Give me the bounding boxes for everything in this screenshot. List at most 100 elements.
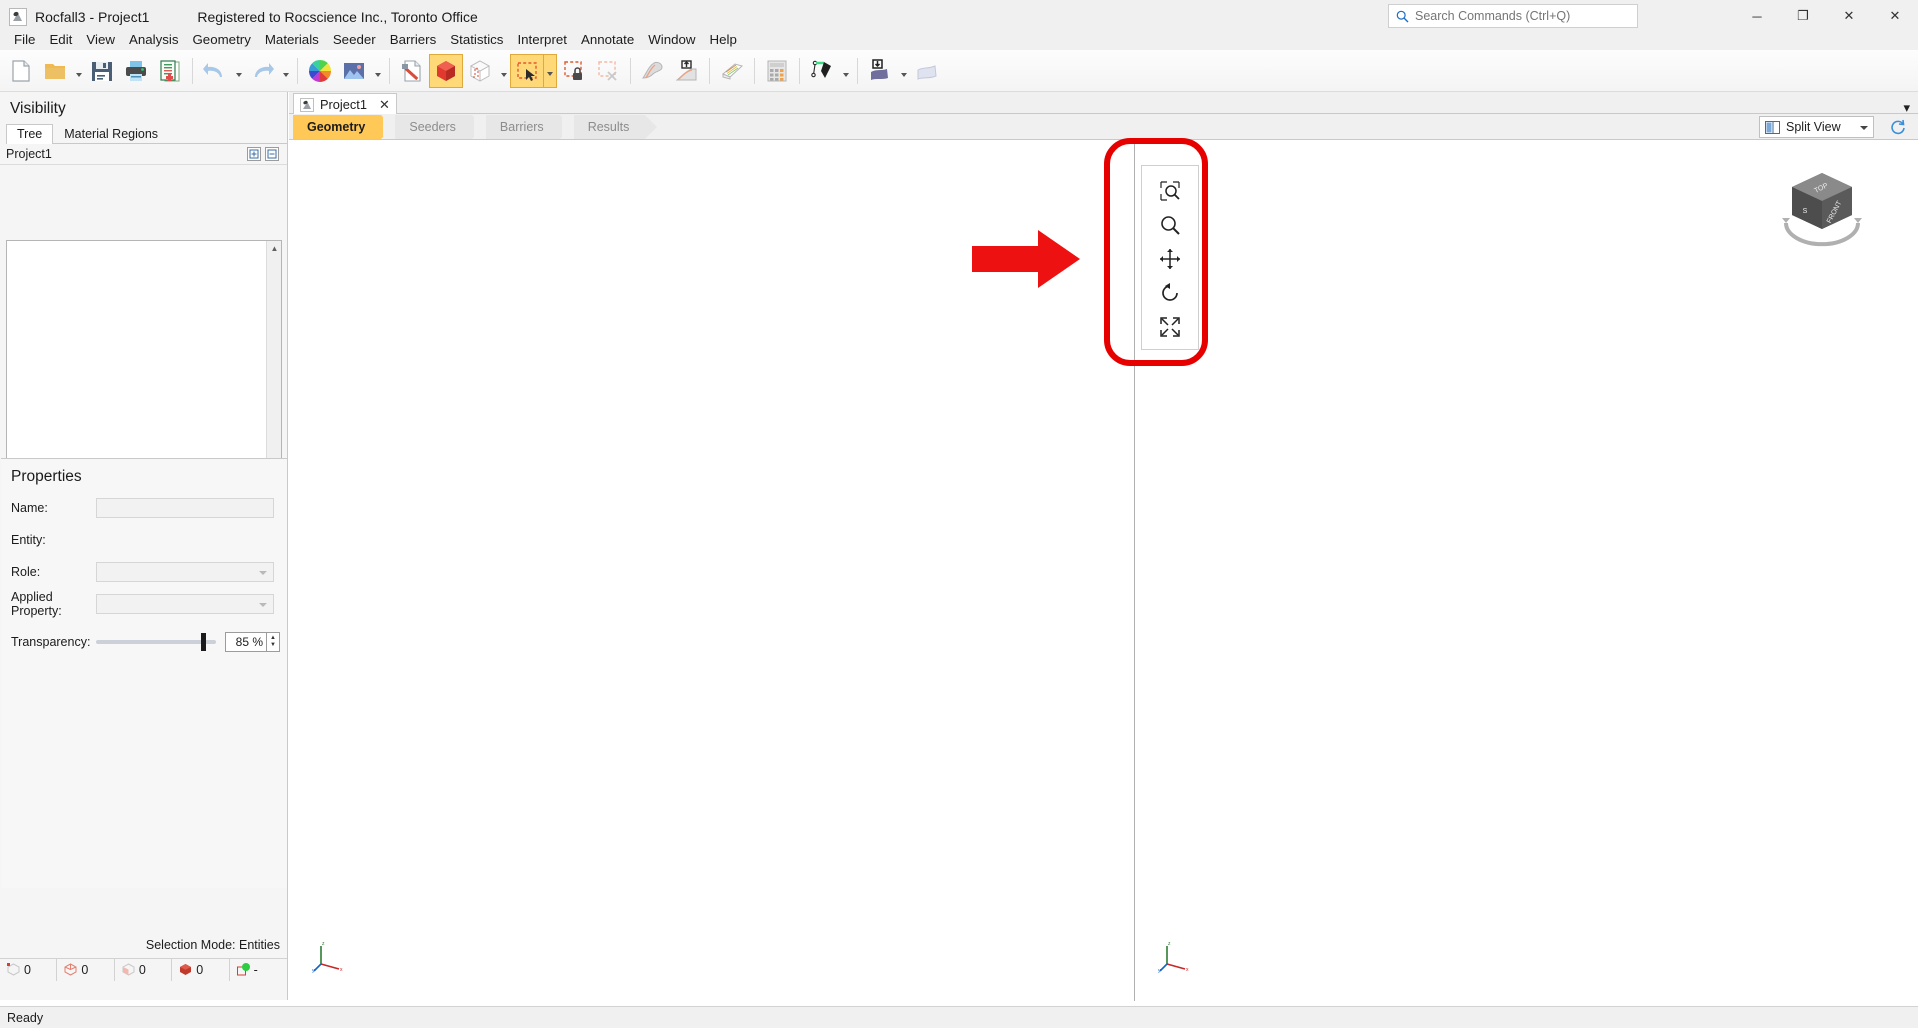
scroll-up-icon[interactable]: ▲ — [267, 241, 282, 256]
menu-seeder[interactable]: Seeder — [326, 30, 383, 49]
color-wheel-icon[interactable] — [303, 54, 337, 88]
mesh-geometry-dropdown[interactable] — [497, 54, 510, 88]
applied-property-label: Applied Property: — [11, 590, 62, 618]
select-entities-icon[interactable] — [510, 53, 544, 88]
save-icon[interactable] — [85, 54, 119, 88]
menu-bar: File Edit View Analysis Geometry Materia… — [0, 28, 1918, 50]
toolbar-separator — [192, 57, 193, 84]
material-count-icon — [236, 962, 251, 977]
status-bar: Ready — [0, 1006, 1918, 1028]
name-field[interactable] — [96, 498, 274, 518]
document-tab-project1[interactable]: Project1 ✕ — [293, 93, 397, 115]
viewport-right[interactable]: z x y TOP FRONT S — [1136, 141, 1918, 1001]
import-slope-icon[interactable] — [670, 54, 704, 88]
tab-material-regions[interactable]: Material Regions — [53, 124, 169, 144]
property-row-transparency: Transparency: 85 % ▲ ▼ — [11, 632, 287, 652]
tab-tree[interactable]: Tree — [6, 124, 54, 144]
role-label: Role: — [11, 565, 41, 579]
redo-icon[interactable] — [245, 54, 279, 88]
select-entities-dropdown[interactable] — [544, 53, 557, 88]
view-cube[interactable]: TOP FRONT S — [1774, 163, 1870, 253]
barrier-import-icon[interactable] — [863, 54, 897, 88]
layers-icon[interactable] — [715, 54, 749, 88]
transparency-value[interactable]: 85 % — [225, 632, 267, 652]
stage-tab-results[interactable]: Results — [561, 115, 658, 139]
svg-text:x: x — [1186, 967, 1189, 973]
selection-mode-label: Selection Mode: Entities — [145, 938, 280, 952]
face-count-icon — [121, 962, 136, 977]
menu-view[interactable]: View — [79, 30, 122, 49]
new-file-icon[interactable] — [4, 54, 38, 88]
menu-window[interactable]: Window — [641, 30, 702, 49]
slope-surface-icon[interactable] — [636, 54, 670, 88]
menu-analysis[interactable]: Analysis — [122, 30, 186, 49]
zoom-window-icon[interactable] — [1153, 174, 1187, 208]
solid-geometry-icon[interactable] — [429, 53, 463, 88]
menu-file[interactable]: File — [7, 30, 42, 49]
barrier-import-dropdown[interactable] — [897, 54, 910, 88]
applied-property-combo[interactable] — [96, 594, 274, 614]
rocfall-icon — [9, 8, 27, 26]
menu-geometry[interactable]: Geometry — [185, 30, 257, 49]
menu-edit[interactable]: Edit — [42, 30, 79, 49]
pan-icon[interactable] — [1153, 242, 1187, 276]
image-export-icon[interactable] — [337, 54, 371, 88]
lock-selection-icon[interactable] — [557, 54, 591, 88]
barrier-icon[interactable] — [910, 54, 944, 88]
print-icon[interactable] — [119, 54, 153, 88]
open-folder-dropdown[interactable] — [72, 54, 85, 88]
document-tab-label: Project1 — [320, 97, 367, 112]
svg-text:z: z — [1168, 941, 1171, 947]
calculator-icon[interactable] — [760, 54, 794, 88]
zoom-icon[interactable] — [1153, 208, 1187, 242]
role-combo[interactable] — [96, 562, 274, 582]
stage-tabs: Geometry Seeders Barriers Results — [293, 115, 659, 139]
transparency-stepper[interactable]: ▲ ▼ — [267, 632, 280, 652]
menu-materials[interactable]: Materials — [258, 30, 326, 49]
search-icon — [1396, 10, 1409, 23]
toolbar-separator — [297, 57, 298, 84]
zoom-all-icon[interactable] — [1153, 310, 1187, 344]
edge-count-icon — [63, 962, 78, 977]
document-tab-close-icon[interactable]: ✕ — [379, 97, 390, 113]
report-icon[interactable] — [153, 54, 187, 88]
stage-tab-seeders[interactable]: Seeders — [383, 115, 484, 139]
solid-count: 0 — [172, 958, 230, 981]
menu-annotate[interactable]: Annotate — [574, 30, 641, 49]
stage-bar: Geometry Seeders Barriers Results Split … — [289, 114, 1918, 140]
edit-properties-icon[interactable] — [395, 54, 429, 88]
seeder-icon[interactable] — [805, 54, 839, 88]
transparency-slider-thumb[interactable] — [201, 633, 206, 651]
mesh-geometry-icon[interactable] — [463, 54, 497, 88]
undo-dropdown[interactable] — [232, 54, 245, 88]
toolbar-separator — [799, 57, 800, 84]
transparency-slider[interactable] — [96, 633, 216, 651]
svg-text:x: x — [340, 967, 343, 973]
stage-tab-geometry[interactable]: Geometry — [293, 115, 394, 139]
search-input[interactable] — [1415, 9, 1625, 23]
material-count-value: - — [253, 962, 258, 977]
refresh-icon[interactable] — [1888, 117, 1908, 137]
search-commands-box[interactable] — [1388, 4, 1638, 28]
open-folder-icon[interactable] — [38, 54, 72, 88]
menu-statistics[interactable]: Statistics — [443, 30, 510, 49]
expand-all-icon[interactable] — [247, 147, 261, 161]
image-export-dropdown[interactable] — [371, 54, 384, 88]
redo-dropdown[interactable] — [279, 54, 292, 88]
rotate-icon[interactable] — [1153, 276, 1187, 310]
stage-tab-barriers[interactable]: Barriers — [473, 115, 572, 139]
menu-help[interactable]: Help — [703, 30, 744, 49]
material-count: - — [230, 959, 287, 981]
split-view-selector[interactable]: Split View — [1759, 116, 1874, 138]
toolbar-separator — [630, 57, 631, 84]
menu-interpret[interactable]: Interpret — [510, 30, 574, 49]
menu-barriers[interactable]: Barriers — [383, 30, 444, 49]
undo-icon[interactable] — [198, 54, 232, 88]
window-title: Rocfall3 - Project1 — [35, 9, 150, 25]
collapse-all-icon[interactable] — [265, 147, 279, 161]
annotation-arrow-icon — [972, 228, 1082, 290]
clear-selection-icon[interactable] — [591, 54, 625, 88]
seeder-dropdown[interactable] — [839, 54, 852, 88]
property-row-role: Role: — [11, 562, 287, 582]
name-label: Name: — [11, 501, 48, 515]
